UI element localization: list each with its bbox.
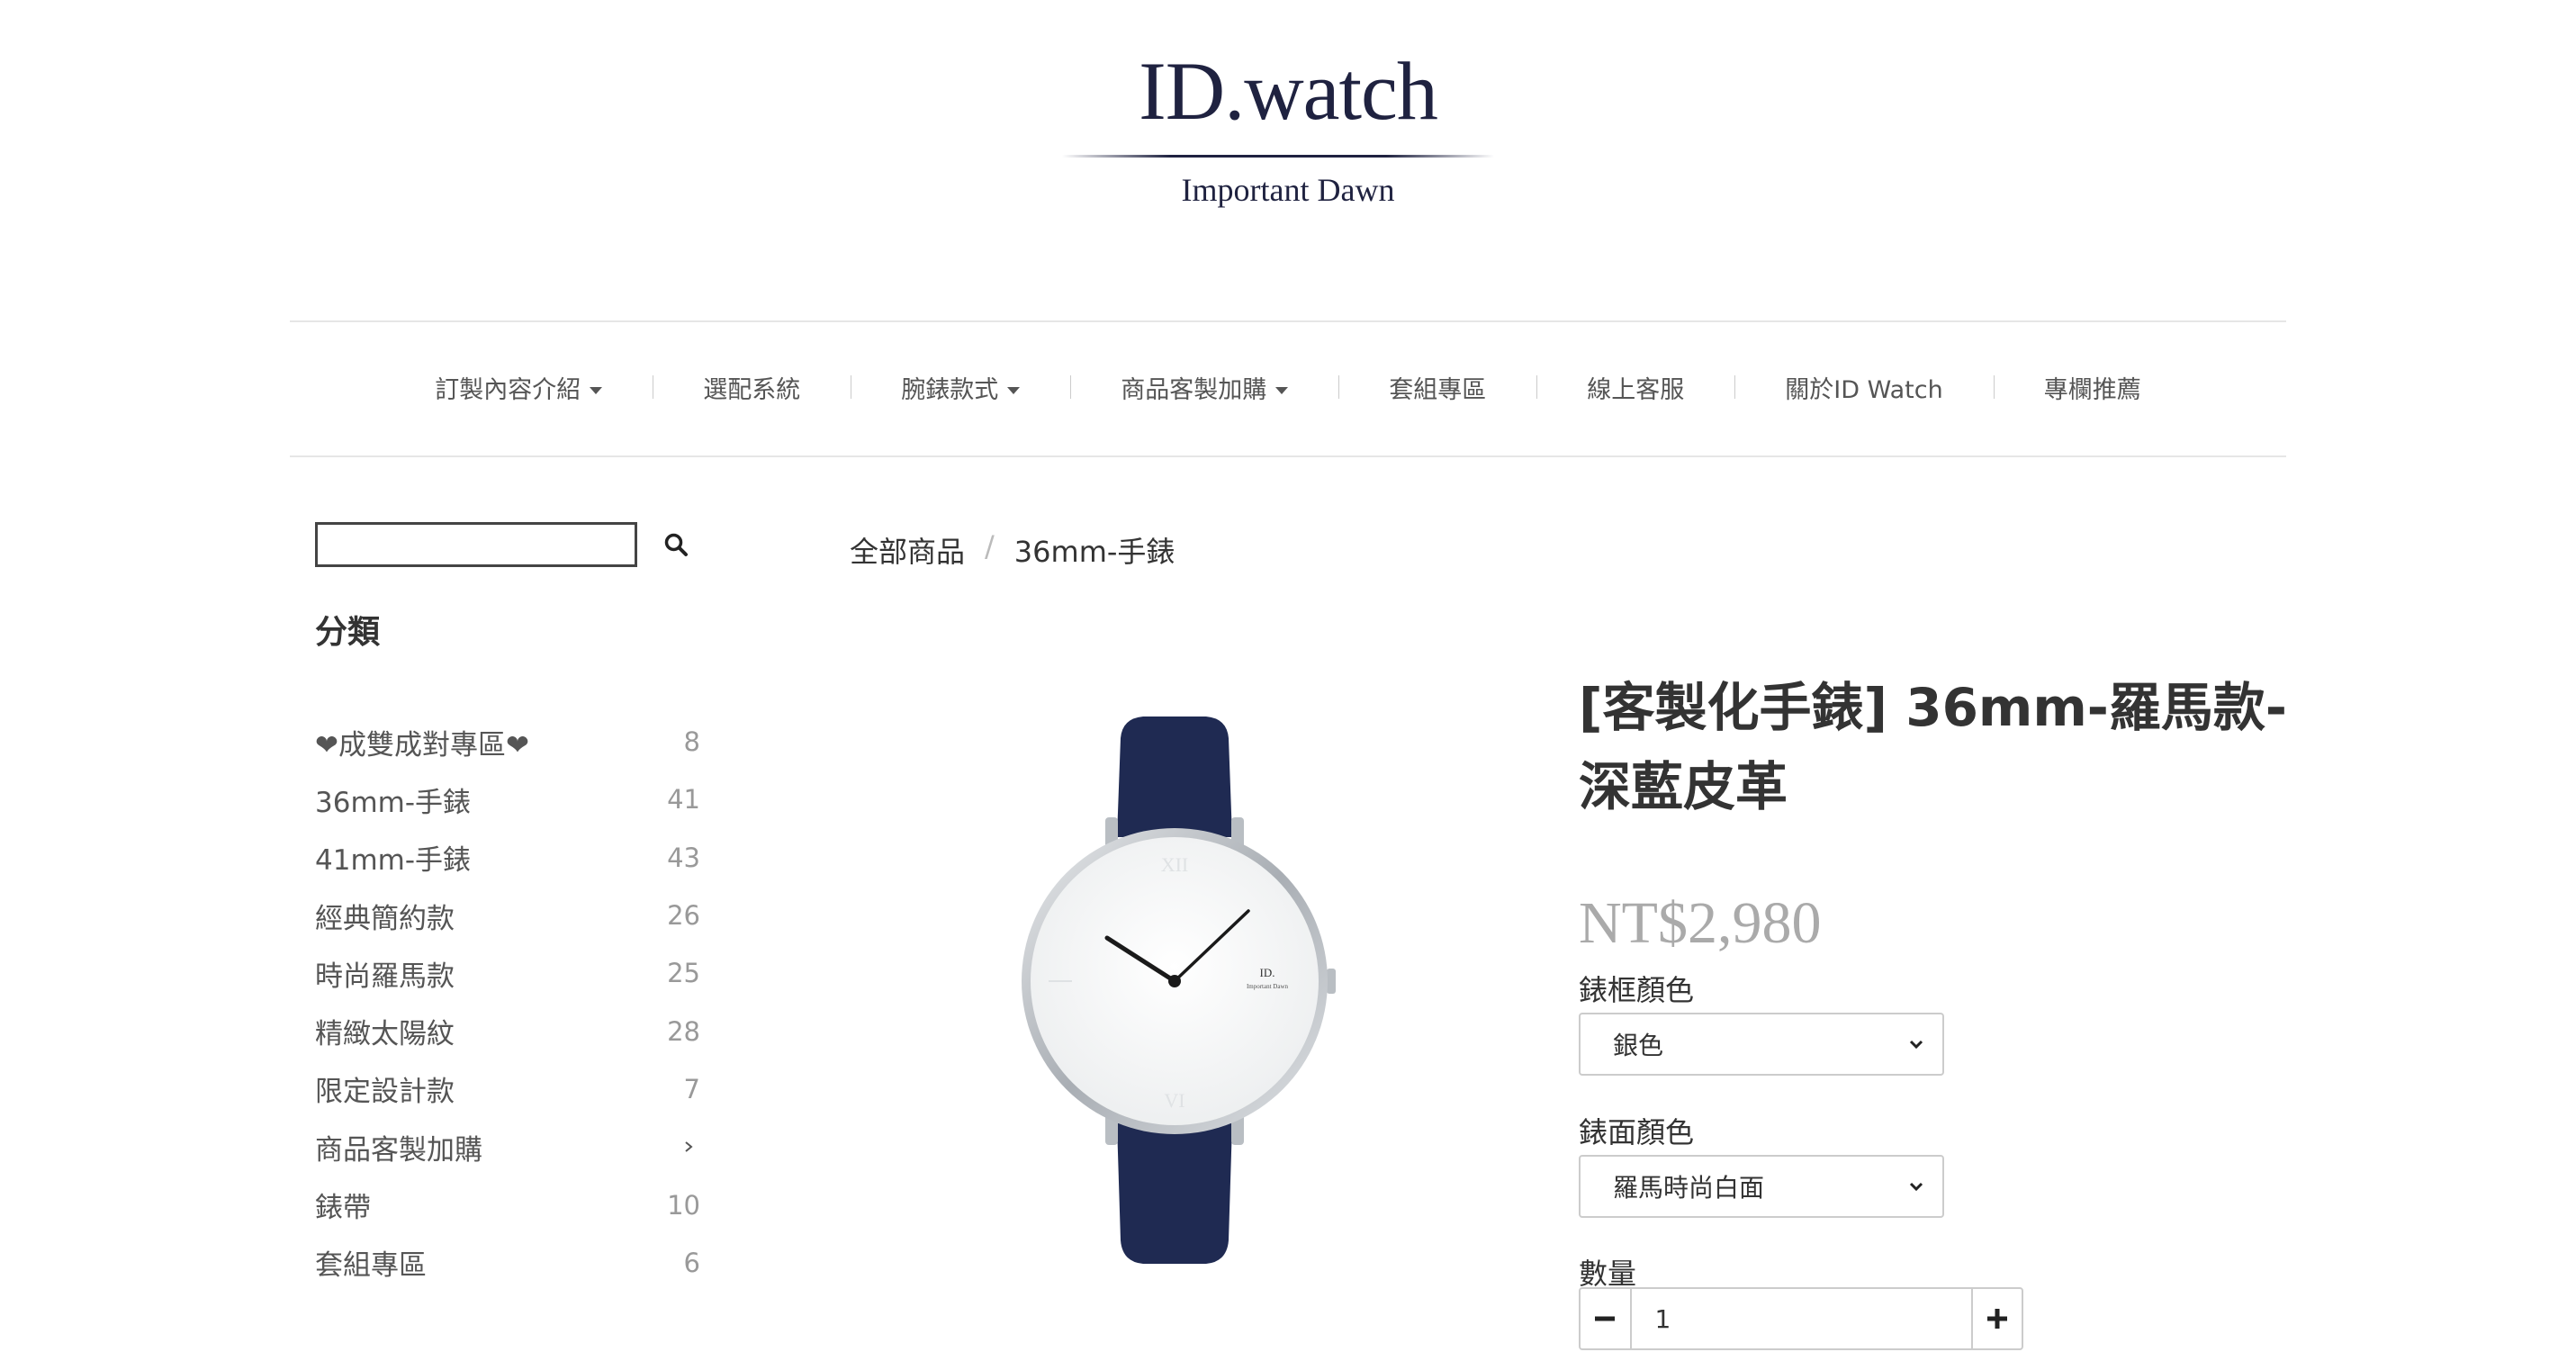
category-title: 分類 bbox=[315, 614, 381, 651]
nav-item-online-service[interactable]: 線上客服 bbox=[1536, 370, 1734, 405]
nav-label: 訂製內容介紹 bbox=[435, 375, 581, 404]
category-count: 43 bbox=[667, 842, 700, 873]
watch-crown bbox=[1327, 969, 1336, 994]
category-item[interactable]: 41mm-手錶 43 bbox=[315, 829, 700, 887]
category-item[interactable]: 經典簡約款 26 bbox=[315, 887, 700, 944]
nav-label: 關於ID Watch bbox=[1785, 375, 1943, 404]
category-count: 8 bbox=[683, 726, 700, 758]
face-color-label: 錶面顏色 bbox=[1579, 1115, 1695, 1149]
category-item[interactable]: 錶帶 10 bbox=[315, 1176, 700, 1233]
svg-text:XII: XII bbox=[1161, 853, 1189, 876]
watch-strap-top bbox=[1117, 717, 1232, 837]
face-color-select[interactable]: 羅馬時尚白面 bbox=[1579, 1155, 1944, 1218]
breadcrumb: 全部商品 / 36mm-手錶 bbox=[850, 529, 1175, 571]
quantity-decrease-button[interactable] bbox=[1581, 1289, 1630, 1348]
plus-icon bbox=[1986, 1309, 2007, 1329]
nav-item-about[interactable]: 關於ID Watch bbox=[1734, 370, 1993, 405]
category-item[interactable]: 套組專區 6 bbox=[315, 1234, 700, 1292]
quantity-input[interactable] bbox=[1629, 1289, 1973, 1348]
frame-color-select[interactable]: 銀色 bbox=[1579, 1013, 1944, 1076]
caret-down-icon bbox=[590, 387, 603, 394]
site-logo[interactable]: ID.watch bbox=[0, 50, 2576, 132]
category-item[interactable]: 時尚羅馬款 25 bbox=[315, 944, 700, 1002]
minus-icon bbox=[1595, 1316, 1616, 1321]
category-count: 7 bbox=[683, 1073, 700, 1104]
category-count: 26 bbox=[667, 900, 700, 932]
nav-item-bundles[interactable]: 套組專區 bbox=[1338, 370, 1536, 405]
category-label: 限定設計款 bbox=[315, 1076, 455, 1109]
dial-logo: ID. bbox=[1260, 966, 1275, 979]
category-count: 6 bbox=[683, 1247, 700, 1278]
breadcrumb-current: 36mm-手錶 bbox=[1013, 535, 1175, 569]
nav-item-custom-intro[interactable]: 訂製內容介紹 bbox=[384, 370, 653, 405]
category-label: 41mm-手錶 bbox=[315, 844, 472, 878]
category-list: ❤成雙成對專區❤ 8 36mm-手錶 41 41mm-手錶 43 經典簡約款 26 時尚… bbox=[315, 713, 700, 1292]
nav-label: 套組專區 bbox=[1389, 375, 1487, 404]
category-count: 28 bbox=[667, 1015, 700, 1047]
category-item-custom-addons[interactable]: 商品客製加購 bbox=[315, 1118, 700, 1176]
nav-item-options-system[interactable]: 選配系統 bbox=[653, 370, 851, 405]
breadcrumb-separator: / bbox=[985, 529, 995, 563]
chevron-right-icon[interactable] bbox=[682, 1140, 695, 1153]
caret-down-icon bbox=[1275, 387, 1289, 394]
product-title: [客製化手錶] 36mm-羅馬款-深藍皮革 bbox=[1579, 677, 2287, 817]
chevron-down-icon bbox=[1909, 1040, 1923, 1050]
face-color-value: 羅馬時尚白面 bbox=[1613, 1173, 1765, 1203]
main-nav: 訂製內容介紹 選配系統 腕錶款式 商品客製加購 套組專區 線上客服 關於ID W… bbox=[290, 320, 2286, 454]
category-label: 套組專區 bbox=[315, 1249, 427, 1283]
product-image[interactable]: XII VI ID. Important Dawn bbox=[1013, 711, 1337, 1269]
nav-label: 商品客製加購 bbox=[1121, 375, 1267, 404]
caret-down-icon bbox=[1007, 387, 1021, 394]
nav-label: 專欄推薦 bbox=[2043, 375, 2141, 404]
nav-item-watch-styles[interactable]: 腕錶款式 bbox=[851, 370, 1070, 405]
logo-underline bbox=[1062, 155, 1494, 158]
category-label: 精緻太陽紋 bbox=[315, 1018, 455, 1051]
nav-label: 選配系統 bbox=[703, 375, 801, 404]
frame-color-label: 錶框顏色 bbox=[1579, 973, 1695, 1007]
nav-item-custom-addons[interactable]: 商品客製加購 bbox=[1070, 370, 1338, 405]
nav-bottom-divider bbox=[290, 455, 2286, 457]
category-count: 41 bbox=[667, 784, 700, 816]
nav-item-column[interactable]: 專欄推薦 bbox=[1993, 370, 2192, 405]
quantity-increase-button[interactable] bbox=[1973, 1289, 2022, 1348]
nav-label: 腕錶款式 bbox=[901, 375, 999, 404]
dial-brand: Important Dawn bbox=[1247, 983, 1289, 990]
frame-color-value: 銀色 bbox=[1613, 1031, 1664, 1060]
category-label: ❤成雙成對專區❤ bbox=[315, 728, 529, 762]
search-input[interactable] bbox=[315, 522, 637, 567]
category-item[interactable]: 限定設計款 7 bbox=[315, 1060, 700, 1118]
category-label: 商品客製加購 bbox=[315, 1133, 482, 1167]
chevron-down-icon bbox=[1909, 1182, 1923, 1192]
category-label: 時尚羅馬款 bbox=[315, 960, 455, 993]
category-item[interactable]: ❤成雙成對專區❤ 8 bbox=[315, 713, 700, 771]
search-icon[interactable] bbox=[662, 531, 689, 558]
breadcrumb-root-link[interactable]: 全部商品 bbox=[850, 529, 965, 571]
nav-label: 線上客服 bbox=[1587, 375, 1685, 404]
site-tagline: Important Dawn bbox=[1181, 172, 1395, 208]
category-count: 10 bbox=[667, 1189, 700, 1221]
watch-strap-bottom bbox=[1117, 1123, 1232, 1264]
category-label: 36mm-手錶 bbox=[315, 786, 472, 819]
category-label: 經典簡約款 bbox=[315, 902, 455, 935]
category-count: 25 bbox=[667, 958, 700, 989]
category-label: 錶帶 bbox=[315, 1192, 371, 1225]
product-price: NT$2,980 bbox=[1579, 890, 1822, 956]
quantity-stepper bbox=[1579, 1287, 2023, 1350]
category-item[interactable]: 精緻太陽紋 28 bbox=[315, 1002, 700, 1059]
category-item[interactable]: 36mm-手錶 41 bbox=[315, 771, 700, 828]
svg-text:VI: VI bbox=[1164, 1089, 1184, 1112]
